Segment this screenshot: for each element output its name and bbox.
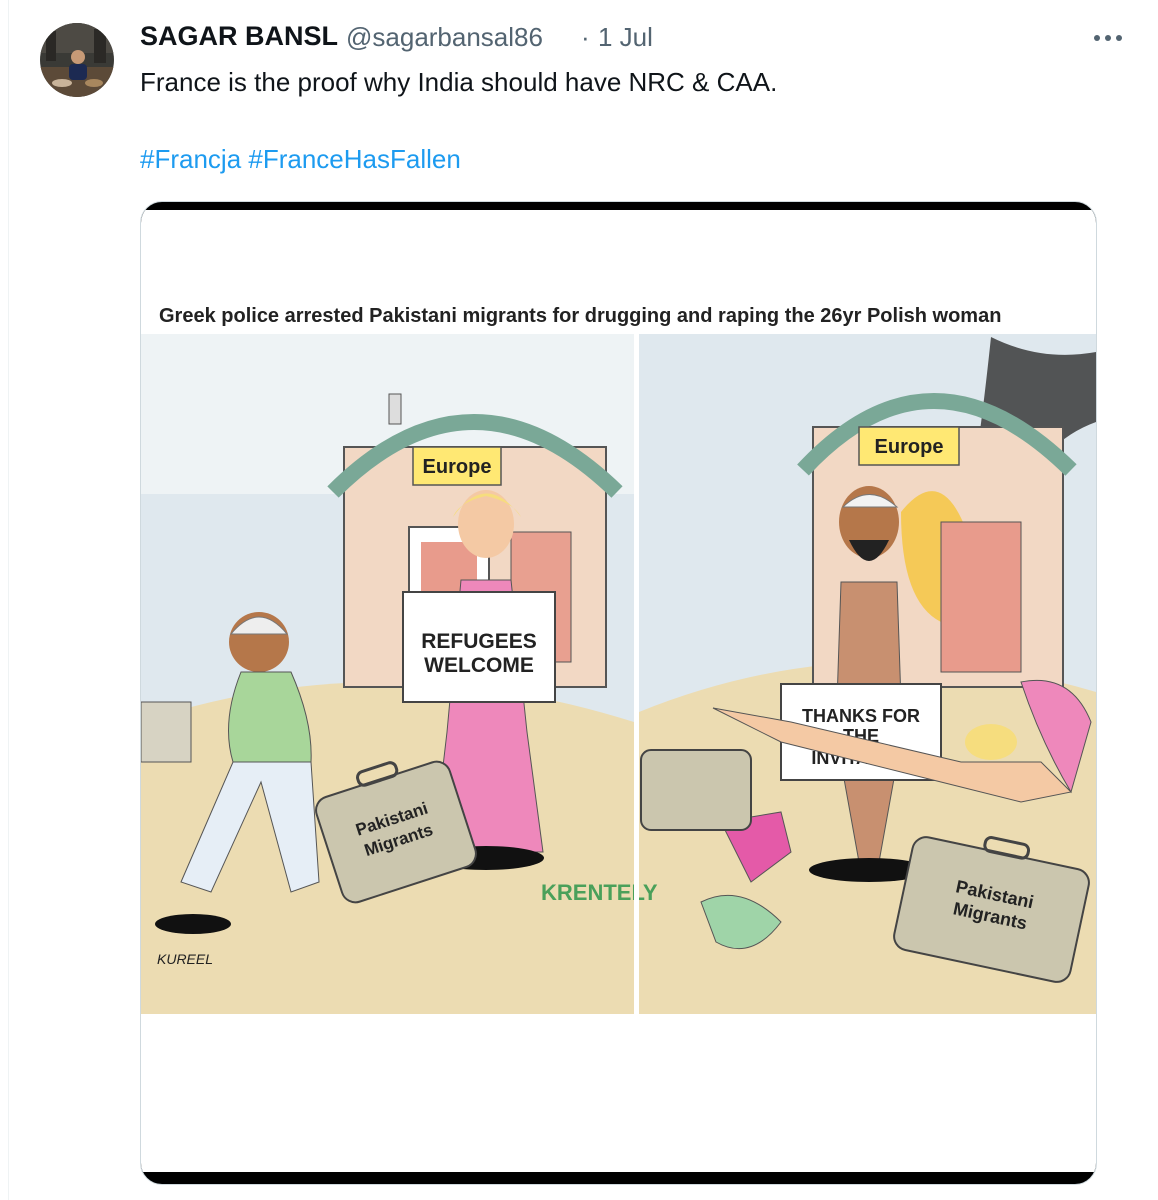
tweet-text: France is the proof why India should hav… <box>140 67 778 97</box>
right-cartoon-panel: Europe THANKS FOR THE INVITATION <box>639 334 1096 1014</box>
author-avatar[interactable] <box>40 23 114 97</box>
watermark-text: KRENTELY <box>541 880 658 905</box>
left-sign-line1: REFUGEES <box>421 630 537 653</box>
panel-divider <box>634 334 639 1014</box>
meta-separator: · <box>581 22 590 52</box>
tweet-media-image[interactable]: Greek police arrested Pakistani migrants… <box>140 201 1097 1185</box>
right-europe-label: Europe <box>875 436 944 458</box>
left-sign-line2: WELCOME <box>424 654 534 677</box>
hashtag-link[interactable]: #FranceHasFallen <box>248 144 460 174</box>
author-name[interactable]: SAGAR BANSL <box>140 21 338 52</box>
right-sign-line1: THANKS FOR <box>802 706 920 726</box>
author-handle[interactable]: @sagarbansal86 <box>346 22 543 53</box>
left-cartoon-panel: Europe REFUGEES WELCOME Pakistani Migran… <box>141 334 634 1014</box>
hashtag-link[interactable]: #Francja <box>140 144 241 174</box>
more-options-button[interactable] <box>1088 18 1128 58</box>
tweet-date[interactable]: 1 Jul <box>598 22 653 53</box>
left-europe-label: Europe <box>423 456 492 478</box>
more-horizontal-icon <box>1094 35 1122 41</box>
cartoon-caption: Greek police arrested Pakistani migrants… <box>159 305 1001 327</box>
timeline-divider <box>8 0 9 1200</box>
hashtag-line: #Francja #FranceHasFallen <box>140 142 461 176</box>
cartoonist-signature: KUREEL <box>157 951 213 967</box>
